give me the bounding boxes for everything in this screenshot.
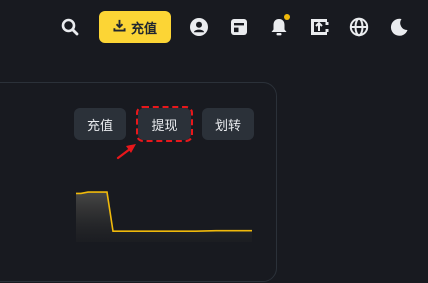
pointer-arrow-icon (116, 144, 136, 160)
globe-icon[interactable] (348, 16, 370, 38)
orders-icon[interactable] (228, 16, 250, 38)
transfer-icon[interactable] (308, 16, 330, 38)
notification-badge (284, 14, 290, 20)
page: 充值 充值 提现 划转 (0, 0, 428, 283)
theme-moon-icon[interactable] (388, 16, 410, 38)
search-icon[interactable] (59, 16, 81, 38)
balance-chart (76, 191, 252, 242)
withdraw-action-button[interactable]: 提现 (138, 108, 191, 140)
transfer-action-button[interactable]: 划转 (202, 108, 254, 140)
top-navigation-bar: 充值 (0, 0, 428, 54)
notification-icon[interactable] (268, 14, 290, 38)
download-icon (113, 19, 126, 36)
chart-area-fill (76, 192, 252, 242)
deposit-action-button[interactable]: 充值 (74, 108, 126, 140)
deposit-button-label: 充值 (130, 21, 157, 37)
transfer-action-label: 划转 (214, 118, 241, 134)
deposit-button[interactable]: 充值 (99, 11, 171, 43)
deposit-action-label: 充值 (86, 118, 113, 134)
account-icon[interactable] (188, 16, 210, 38)
withdraw-action-label: 提现 (151, 118, 178, 134)
